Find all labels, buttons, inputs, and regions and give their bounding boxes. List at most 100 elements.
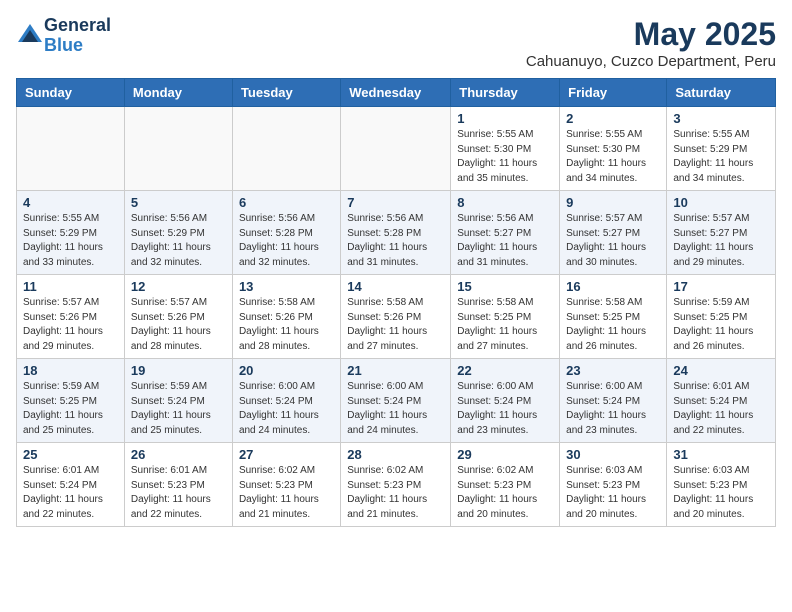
day-number: 10 <box>673 195 769 210</box>
calendar-cell: 7Sunrise: 5:56 AM Sunset: 5:28 PM Daylig… <box>341 191 451 275</box>
cell-content: Sunrise: 5:58 AM Sunset: 5:25 PM Dayligh… <box>566 296 660 354</box>
calendar-cell: 10 Sunrise: 5:57 AM Sunset: 5:27 PM Dayli… <box>667 191 776 275</box>
calendar-cell <box>17 107 125 191</box>
cell-content: Sunrise: 5:57 AM Sunset: 5:26 PM Dayligh… <box>23 296 118 354</box>
calendar-cell: 9Sunrise: 5:57 AM Sunset: 5:27 PM Daylig… <box>560 191 667 275</box>
cell-content: Sunrise: 6:01 AM Sunset: 5:24 PM Dayligh… <box>23 464 118 522</box>
calendar-cell: 8 Sunrise: 5:56 AM Sunset: 5:27 PM Daylig… <box>451 191 560 275</box>
calendar-cell: 17 Sunrise: 5:59 AM Sunset: 5:25 PM Dayli… <box>667 275 776 359</box>
day-number: 24 <box>673 363 769 378</box>
calendar-cell: 19 Sunrise: 5:59 AM Sunset: 5:24 PM Dayli… <box>124 359 232 443</box>
calendar-cell: 30 Sunrise: 6:03 AM Sunset: 5:23 PM Dayli… <box>560 443 667 527</box>
header-friday: Friday <box>560 79 667 107</box>
calendar-cell: 2Sunrise: 5:55 AM Sunset: 5:30 PM Daylig… <box>560 107 667 191</box>
logo: General Blue <box>16 16 111 56</box>
day-number: 22 <box>457 363 553 378</box>
day-number: 13 <box>239 279 334 294</box>
calendar-cell: 12Sunrise: 5:57 AM Sunset: 5:26 PM Dayli… <box>124 275 232 359</box>
cell-content: Sunrise: 6:01 AM Sunset: 5:24 PM Dayligh… <box>673 380 769 438</box>
cell-content: Sunrise: 5:59 AM Sunset: 5:25 PM Dayligh… <box>673 296 769 354</box>
cell-content: Sunrise: 6:00 AM Sunset: 5:24 PM Dayligh… <box>457 380 553 438</box>
cell-content: Sunrise: 5:58 AM Sunset: 5:25 PM Dayligh… <box>457 296 553 354</box>
day-number: 14 <box>347 279 444 294</box>
calendar-cell: 28Sunrise: 6:02 AM Sunset: 5:23 PM Dayli… <box>341 443 451 527</box>
calendar-cell <box>124 107 232 191</box>
calendar-cell: 24 Sunrise: 6:01 AM Sunset: 5:24 PM Dayli… <box>667 359 776 443</box>
cell-content: Sunrise: 5:57 AM Sunset: 5:26 PM Dayligh… <box>131 296 226 354</box>
logo-icon <box>16 22 44 50</box>
day-number: 15 <box>457 279 553 294</box>
calendar-cell: 23 Sunrise: 6:00 AM Sunset: 5:24 PM Dayli… <box>560 359 667 443</box>
cell-content: Sunrise: 5:58 AM Sunset: 5:26 PM Dayligh… <box>347 296 444 354</box>
cell-content: Sunrise: 6:00 AM Sunset: 5:24 PM Dayligh… <box>347 380 444 438</box>
header-thursday: Thursday <box>451 79 560 107</box>
month-title: May 2025 <box>526 16 776 53</box>
calendar-cell: 16 Sunrise: 5:58 AM Sunset: 5:25 PM Dayli… <box>560 275 667 359</box>
title-area: May 2025 Cahuanuyo, Cuzco Department, Pe… <box>526 16 776 70</box>
cell-content: Sunrise: 5:57 AM Sunset: 5:27 PM Dayligh… <box>673 212 769 270</box>
calendar-cell: 20 Sunrise: 6:00 AM Sunset: 5:24 PM Dayli… <box>232 359 340 443</box>
calendar-cell: 31 Sunrise: 6:03 AM Sunset: 5:23 PM Dayli… <box>667 443 776 527</box>
day-number: 4 <box>23 195 118 210</box>
calendar-cell: 22 Sunrise: 6:00 AM Sunset: 5:24 PM Dayli… <box>451 359 560 443</box>
day-number: 3 <box>673 111 769 126</box>
cell-content: Sunrise: 6:03 AM Sunset: 5:23 PM Dayligh… <box>673 464 769 522</box>
day-number: 17 <box>673 279 769 294</box>
calendar-cell: 13 Sunrise: 5:58 AM Sunset: 5:26 PM Dayli… <box>232 275 340 359</box>
cell-content: Sunrise: 5:55 AM Sunset: 5:30 PM Dayligh… <box>566 128 660 186</box>
day-number: 6 <box>239 195 334 210</box>
calendar-cell: 5 Sunrise: 5:56 AM Sunset: 5:29 PM Daylig… <box>124 191 232 275</box>
cell-content: Sunrise: 5:56 AM Sunset: 5:27 PM Dayligh… <box>457 212 553 270</box>
calendar-cell: 25 Sunrise: 6:01 AM Sunset: 5:24 PM Dayli… <box>17 443 125 527</box>
cell-content: Sunrise: 5:55 AM Sunset: 5:30 PM Dayligh… <box>457 128 553 186</box>
day-number: 27 <box>239 447 334 462</box>
logo-general: General <box>44 15 111 35</box>
day-number: 11 <box>23 279 118 294</box>
day-number: 19 <box>131 363 226 378</box>
day-number: 31 <box>673 447 769 462</box>
cell-content: Sunrise: 6:03 AM Sunset: 5:23 PM Dayligh… <box>566 464 660 522</box>
header-saturday: Saturday <box>667 79 776 107</box>
cell-content: Sunrise: 5:56 AM Sunset: 5:28 PM Dayligh… <box>347 212 444 270</box>
header-wednesday: Wednesday <box>341 79 451 107</box>
day-number: 25 <box>23 447 118 462</box>
cell-content: Sunrise: 6:00 AM Sunset: 5:24 PM Dayligh… <box>566 380 660 438</box>
calendar-cell: 26Sunrise: 6:01 AM Sunset: 5:23 PM Dayli… <box>124 443 232 527</box>
day-number: 21 <box>347 363 444 378</box>
week-row-1: 1 Sunrise: 5:55 AM Sunset: 5:30 PM Daylig… <box>17 107 776 191</box>
week-row-5: 25 Sunrise: 6:01 AM Sunset: 5:24 PM Dayli… <box>17 443 776 527</box>
calendar-cell: 27 Sunrise: 6:02 AM Sunset: 5:23 PM Dayli… <box>232 443 340 527</box>
cell-content: Sunrise: 6:00 AM Sunset: 5:24 PM Dayligh… <box>239 380 334 438</box>
location-title: Cahuanuyo, Cuzco Department, Peru <box>526 53 776 70</box>
calendar-cell: 15 Sunrise: 5:58 AM Sunset: 5:25 PM Dayli… <box>451 275 560 359</box>
calendar: SundayMondayTuesdayWednesdayThursdayFrid… <box>16 78 776 527</box>
day-number: 16 <box>566 279 660 294</box>
cell-content: Sunrise: 6:02 AM Sunset: 5:23 PM Dayligh… <box>347 464 444 522</box>
calendar-cell <box>341 107 451 191</box>
week-row-3: 11 Sunrise: 5:57 AM Sunset: 5:26 PM Dayli… <box>17 275 776 359</box>
day-number: 23 <box>566 363 660 378</box>
calendar-cell: 21 Sunrise: 6:00 AM Sunset: 5:24 PM Dayli… <box>341 359 451 443</box>
calendar-cell: 3Sunrise: 5:55 AM Sunset: 5:29 PM Daylig… <box>667 107 776 191</box>
week-row-2: 4Sunrise: 5:55 AM Sunset: 5:29 PM Daylig… <box>17 191 776 275</box>
cell-content: Sunrise: 5:58 AM Sunset: 5:26 PM Dayligh… <box>239 296 334 354</box>
day-number: 30 <box>566 447 660 462</box>
cell-content: Sunrise: 6:02 AM Sunset: 5:23 PM Dayligh… <box>239 464 334 522</box>
calendar-cell: 11 Sunrise: 5:57 AM Sunset: 5:26 PM Dayli… <box>17 275 125 359</box>
cell-content: Sunrise: 6:01 AM Sunset: 5:23 PM Dayligh… <box>131 464 226 522</box>
cell-content: Sunrise: 5:56 AM Sunset: 5:29 PM Dayligh… <box>131 212 226 270</box>
day-number: 18 <box>23 363 118 378</box>
calendar-cell: 6 Sunrise: 5:56 AM Sunset: 5:28 PM Daylig… <box>232 191 340 275</box>
day-number: 1 <box>457 111 553 126</box>
day-number: 9 <box>566 195 660 210</box>
day-number: 29 <box>457 447 553 462</box>
week-row-4: 18 Sunrise: 5:59 AM Sunset: 5:25 PM Dayli… <box>17 359 776 443</box>
day-number: 5 <box>131 195 226 210</box>
day-number: 20 <box>239 363 334 378</box>
cell-content: Sunrise: 5:59 AM Sunset: 5:24 PM Dayligh… <box>131 380 226 438</box>
calendar-cell: 18 Sunrise: 5:59 AM Sunset: 5:25 PM Dayli… <box>17 359 125 443</box>
day-number: 8 <box>457 195 553 210</box>
header-monday: Monday <box>124 79 232 107</box>
cell-content: Sunrise: 5:59 AM Sunset: 5:25 PM Dayligh… <box>23 380 118 438</box>
cell-content: Sunrise: 5:56 AM Sunset: 5:28 PM Dayligh… <box>239 212 334 270</box>
